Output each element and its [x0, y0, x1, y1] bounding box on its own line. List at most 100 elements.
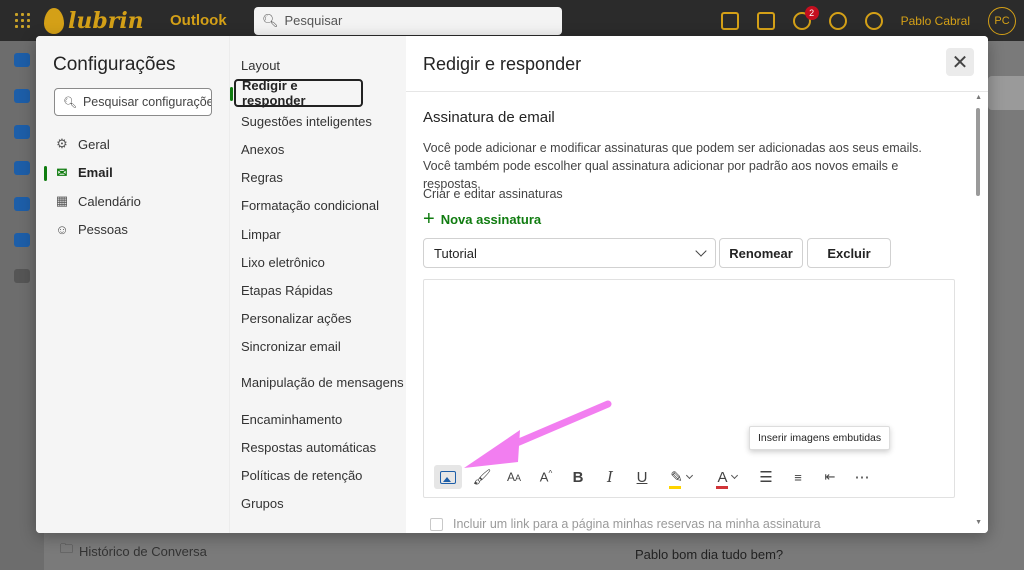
font-size-icon: AA: [506, 470, 522, 484]
subcategory-respostas-automaticas[interactable]: Respostas automáticas: [230, 433, 407, 461]
waffle-icon: [14, 13, 30, 28]
groups-app-icon[interactable]: [14, 161, 30, 175]
folder-icon: 🗀︎: [60, 541, 74, 556]
category-label: Email: [78, 165, 113, 181]
top-bar: lubrin Outlook 🔍︎ Pesquisar 2 Pablo Cabr…: [0, 0, 1024, 41]
category-pessoas[interactable]: ☺︎ Pessoas: [36, 216, 229, 245]
subcategory-sincronizar-email[interactable]: Sincronizar email: [230, 333, 407, 361]
logo-drop-icon: [44, 7, 64, 34]
settings-detail-pane: Redigir e responder ✕ ▲ ▼ Assinatura de …: [406, 36, 988, 533]
italic-button[interactable]: I: [594, 465, 626, 489]
category-email[interactable]: ✉︎ Email: [36, 159, 229, 188]
teams-icon[interactable]: [720, 11, 739, 30]
folder-item: 🗀︎ Histórico de Conversa: [60, 540, 207, 562]
more-apps-icon[interactable]: [14, 269, 30, 283]
signature-select-value: Tutorial: [434, 245, 477, 261]
subcategory-formatacao-condicional[interactable]: Formatação condicional: [230, 192, 407, 220]
subcategory-politicas-de-retencao[interactable]: Políticas de retenção: [230, 461, 407, 489]
people-icon: ☺︎: [55, 222, 69, 238]
font-color-button[interactable]: A: [704, 465, 750, 489]
global-search-input[interactable]: 🔍︎ Pesquisar: [254, 6, 562, 35]
chevron-down-icon: [685, 471, 693, 480]
scroll-down-arrow[interactable]: ▼: [975, 519, 982, 526]
signature-editor[interactable]: 🖌︎ AA A^ B I U ✎ A ☰ ≡ ⇤ ⋯: [423, 279, 955, 498]
decrease-indent-button[interactable]: ⇤: [814, 465, 846, 489]
notification-badge: 2: [804, 5, 819, 20]
highlight-button[interactable]: ✎: [658, 465, 704, 489]
category-list: ⚙︎ Geral ✉︎ Email ▦ Calendário ☺︎ Pessoa…: [36, 130, 229, 244]
subcategory-limpar[interactable]: Limpar: [230, 220, 407, 248]
subcategory-anexos[interactable]: Anexos: [230, 135, 407, 163]
new-signature-button[interactable]: + Nova assinatura: [423, 208, 541, 230]
delete-button[interactable]: Excluir: [807, 238, 891, 268]
include-link-checkbox[interactable]: [430, 517, 443, 531]
section-title: Assinatura de email: [423, 109, 555, 126]
mail-icon: ✉︎: [56, 164, 68, 180]
category-label: Geral: [78, 136, 110, 152]
more-options-button[interactable]: ⋯: [846, 465, 878, 489]
bullets-button[interactable]: ☰: [750, 465, 782, 489]
grow-font-button[interactable]: A^: [530, 465, 562, 489]
chevron-down-icon: [730, 471, 738, 480]
numbering-icon: ≡: [794, 469, 802, 485]
calendar-icon: ▦: [55, 193, 69, 209]
user-name[interactable]: Pablo Cabral: [901, 14, 970, 28]
mail-app-icon[interactable]: [14, 53, 30, 67]
search-icon: 🔍︎: [63, 96, 77, 109]
note-icon[interactable]: [756, 11, 775, 30]
company-logo: lubrin: [44, 7, 170, 34]
bold-icon: B: [572, 468, 584, 486]
app-name[interactable]: Outlook: [170, 12, 254, 29]
format-painter-button[interactable]: 🖌︎: [466, 465, 498, 489]
include-link-option[interactable]: Incluir um link para a página minhas res…: [430, 517, 821, 531]
app-launcher-button[interactable]: [0, 0, 44, 41]
section-description: Você pode adicionar e modificar assinatu…: [423, 141, 922, 191]
category-calendario[interactable]: ▦ Calendário: [36, 187, 229, 216]
grow-font-icon: A^: [539, 469, 553, 485]
bell-icon[interactable]: 2: [792, 5, 819, 30]
subcategory-lixo-eletronico[interactable]: Lixo eletrônico: [230, 248, 407, 276]
onedrive-app-icon[interactable]: [14, 233, 30, 247]
scroll-up-arrow[interactable]: ▲: [975, 94, 982, 101]
highlight-icon: ✎: [669, 469, 683, 489]
subcategory-manipulacao-de-mensagens[interactable]: Manipulação de mensagens: [230, 369, 407, 397]
font-color-icon: A: [716, 468, 729, 489]
settings-title: Configurações: [53, 54, 176, 75]
subcategory-sugestoes-inteligentes[interactable]: Sugestões inteligentes: [230, 107, 407, 135]
subcategory-regras[interactable]: Regras: [230, 164, 407, 192]
create-edit-label: Criar e editar assinaturas: [423, 187, 563, 201]
font-size-button[interactable]: AA: [498, 465, 530, 489]
more-icon: ⋯: [854, 469, 870, 486]
numbering-button[interactable]: ≡: [782, 465, 814, 489]
subcategory-etapas-rapidas[interactable]: Etapas Rápidas: [230, 276, 407, 304]
avatar[interactable]: PC: [988, 6, 1016, 35]
plus-icon: +: [423, 208, 435, 230]
insert-image-button[interactable]: [434, 465, 462, 489]
gear-icon[interactable]: [828, 11, 847, 30]
todo-app-icon[interactable]: [14, 197, 30, 211]
subcategory-encaminhamento[interactable]: Encaminhamento: [230, 405, 407, 433]
bold-button[interactable]: B: [562, 465, 594, 489]
signature-select[interactable]: Tutorial: [423, 238, 716, 268]
category-geral[interactable]: ⚙︎ Geral: [36, 130, 229, 159]
scrollbar-thumb[interactable]: [976, 108, 980, 196]
format-painter-icon: 🖌︎: [472, 469, 492, 486]
folder-label: Histórico de Conversa: [79, 543, 207, 559]
subcategory-redigir-e-responder[interactable]: Redigir e responder: [230, 78, 363, 108]
people-app-icon[interactable]: [14, 125, 30, 139]
subcategory-personalizar-acoes[interactable]: Personalizar ações: [230, 305, 407, 333]
underline-button[interactable]: U: [626, 465, 658, 489]
subcategory-layout[interactable]: Layout: [230, 51, 407, 79]
calendar-app-icon[interactable]: [14, 89, 30, 103]
gear-icon: ⚙︎: [56, 136, 68, 152]
lightbulb-icon[interactable]: [864, 11, 883, 30]
rename-button[interactable]: Renomear: [719, 238, 803, 268]
close-button[interactable]: ✕: [946, 48, 974, 76]
italic-icon: I: [607, 468, 613, 486]
settings-search-input[interactable]: 🔍︎ Pesquisar configurações: [54, 88, 212, 116]
close-icon: ✕: [951, 51, 969, 74]
search-icon: 🔍︎: [262, 12, 279, 28]
subcategory-grupos[interactable]: Grupos: [230, 490, 407, 518]
category-label: Calendário: [78, 193, 141, 209]
message-preview: Pablo bom dia tudo bem?: [635, 547, 784, 562]
